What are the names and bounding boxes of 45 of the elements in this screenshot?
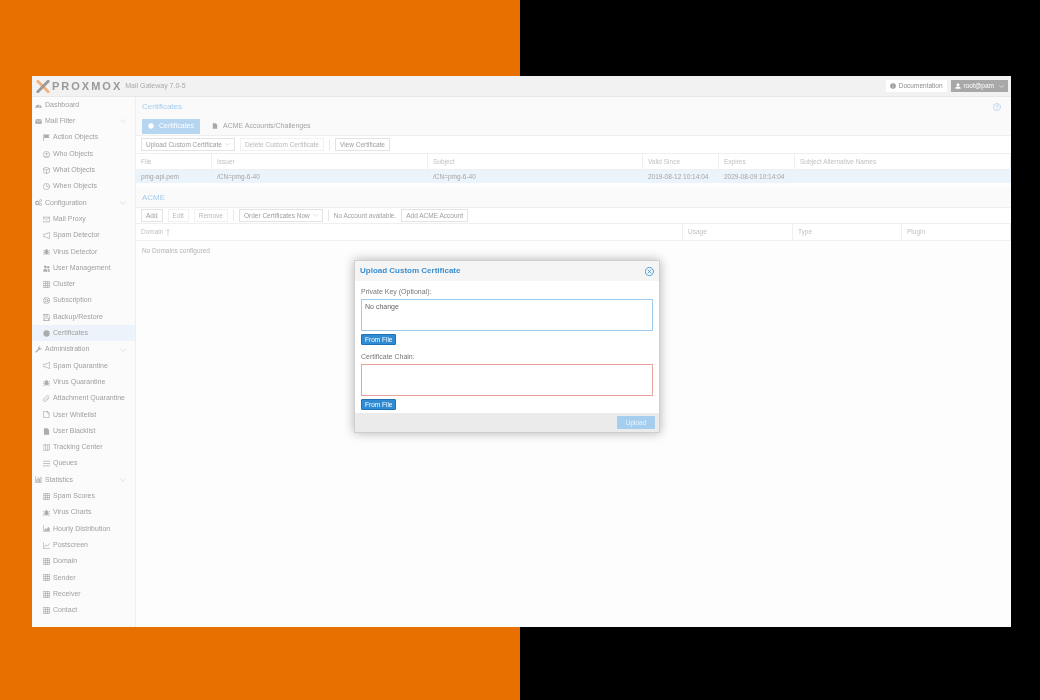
- table-icon: [43, 606, 50, 614]
- user-icon: [954, 83, 961, 89]
- map-icon: [43, 443, 50, 451]
- bug-icon: [43, 509, 50, 517]
- table-icon: [43, 590, 50, 598]
- dot-icon: [43, 329, 50, 337]
- list-icon: [43, 460, 50, 468]
- table-icon: [43, 492, 50, 500]
- users-icon: [43, 264, 50, 272]
- gears-icon: [35, 199, 42, 207]
- cube-icon: [43, 166, 50, 174]
- dialog-title: Upload Custom Certificate: [360, 265, 461, 277]
- user-circle-icon: [43, 150, 50, 158]
- paperclip-icon: [43, 395, 50, 402]
- table-icon: [43, 280, 50, 288]
- dot-icon: [148, 123, 154, 129]
- megaphone-icon: [43, 362, 50, 370]
- wrench-icon: [35, 346, 42, 354]
- close-icon[interactable]: [645, 266, 654, 276]
- bug-icon: [43, 248, 50, 256]
- life-ring-icon: [43, 297, 50, 305]
- line-chart-icon: [43, 541, 50, 549]
- textarea-field[interactable]: [361, 364, 653, 396]
- flag-icon: [43, 134, 50, 142]
- file-icon: [43, 411, 50, 419]
- file-icon: [212, 123, 218, 129]
- bug-icon: [43, 378, 50, 386]
- panel-title: ACME: [142, 191, 166, 204]
- panel-title: Certificates: [142, 101, 182, 113]
- envelope-icon: [43, 215, 50, 223]
- caret-down-icon: [224, 142, 230, 147]
- table-icon: [43, 557, 50, 565]
- envelope-icon: [35, 117, 42, 125]
- help-icon[interactable]: [993, 103, 1001, 111]
- clock-icon: [43, 183, 50, 191]
- caret-down-icon: [999, 83, 1004, 89]
- area-chart-icon: [43, 525, 50, 533]
- file-icon: [43, 427, 50, 435]
- table-icon: [43, 574, 50, 582]
- megaphone-icon: [43, 232, 50, 239]
- info-icon: [889, 83, 896, 89]
- logo-icon: [36, 79, 50, 93]
- bar-chart-icon: [35, 476, 42, 484]
- caret-down-icon: [312, 213, 318, 218]
- logo-text: PROXMOX: [52, 78, 123, 94]
